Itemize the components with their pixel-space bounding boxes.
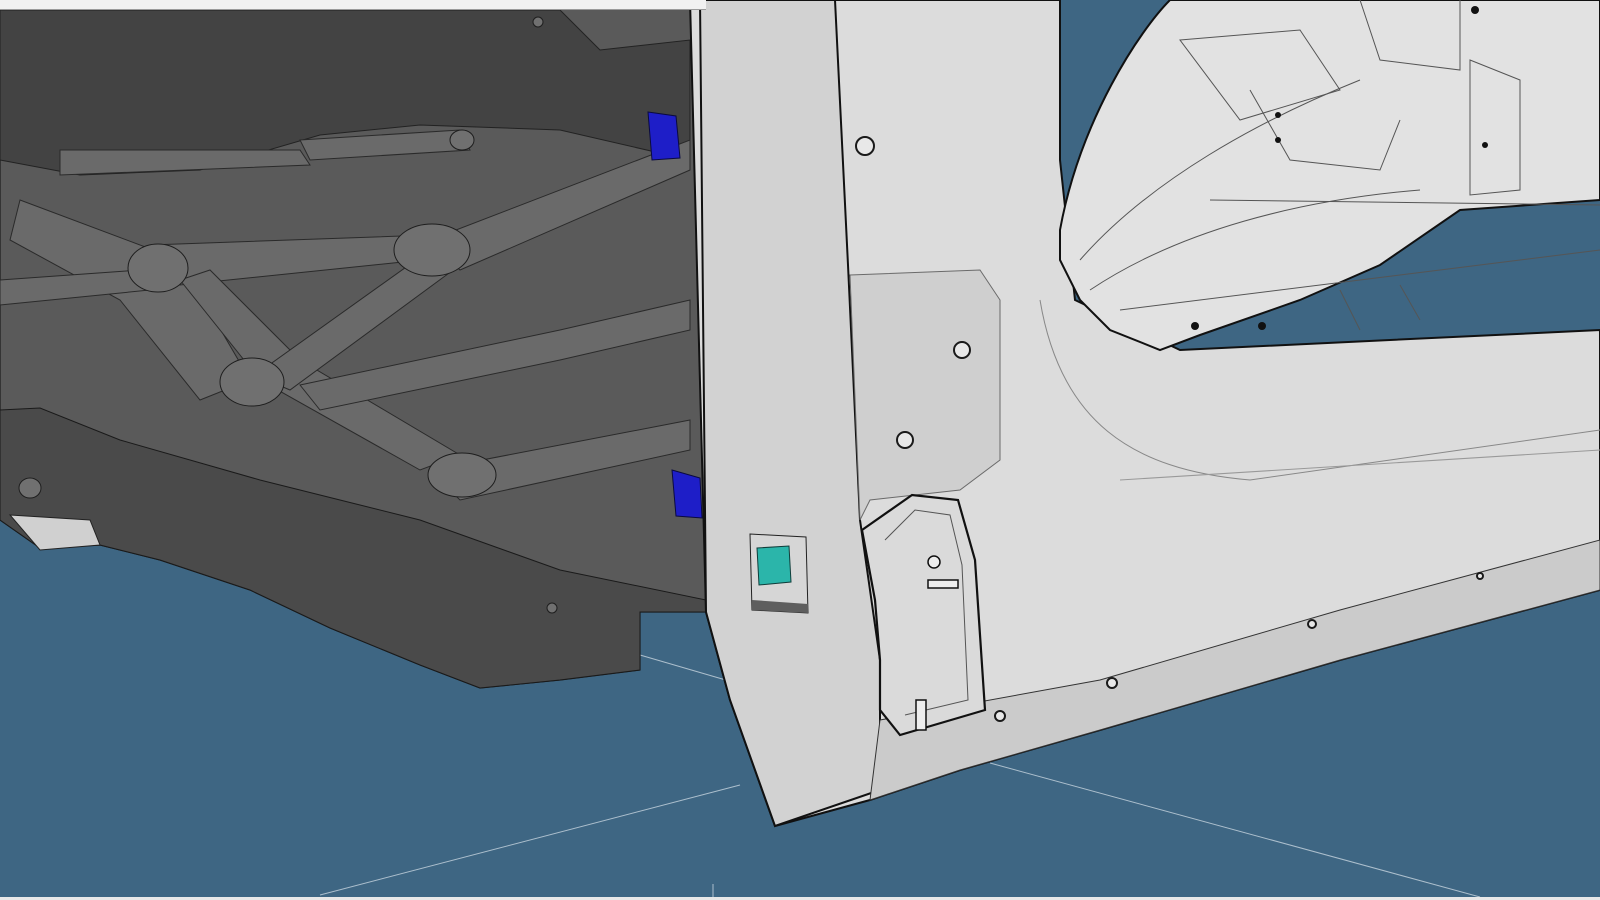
cad-scene[interactable] <box>0 0 1600 900</box>
rear-wheelhouse[interactable] <box>1059 0 1600 352</box>
underbody-casting[interactable] <box>0 0 707 689</box>
3d-viewport[interactable] <box>0 0 1600 900</box>
top-edge-bar <box>0 0 706 10</box>
teal-marker[interactable] <box>749 533 809 614</box>
door-hinge-bracket[interactable] <box>860 493 987 737</box>
